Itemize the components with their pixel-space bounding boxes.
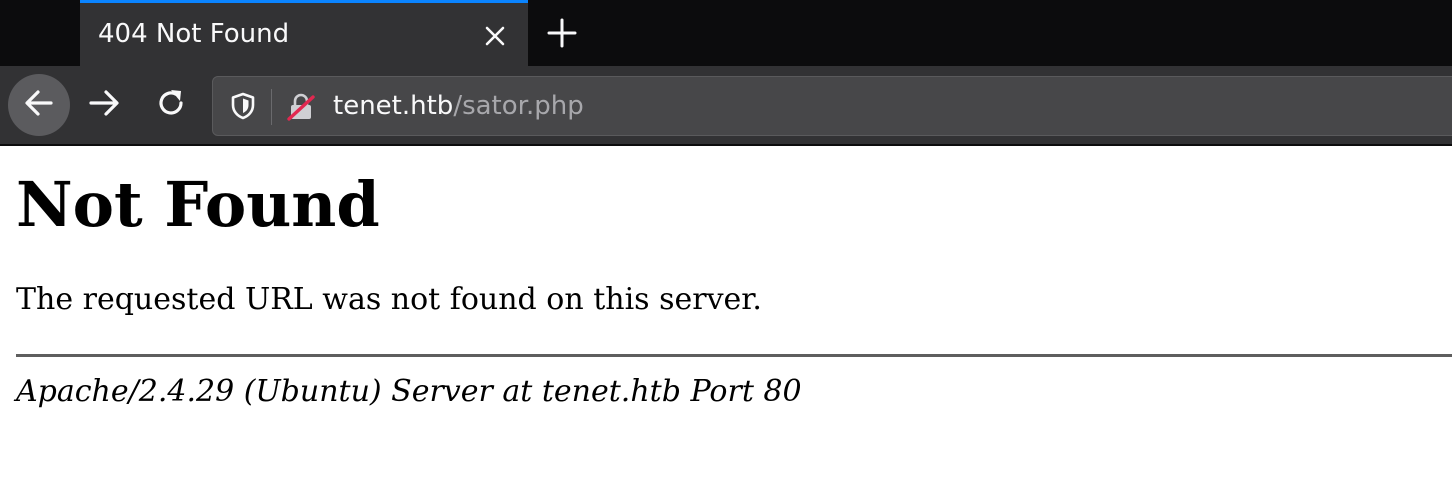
tab-title: 404 Not Found [98, 19, 290, 49]
tab-strip: 404 Not Found [0, 0, 1452, 66]
arrow-right-icon [87, 85, 123, 125]
tab-active[interactable]: 404 Not Found [80, 0, 528, 66]
server-signature: Apache/2.4.29 (Ubuntu) Server at tenet.h… [16, 374, 802, 409]
back-button[interactable] [8, 74, 70, 136]
page-title: Not Found [16, 168, 380, 241]
divider [16, 354, 1452, 357]
navigation-toolbar: tenet.htb/sator.php [0, 66, 1452, 146]
arrow-left-icon [21, 85, 57, 125]
error-message: The requested URL was not found on this … [16, 282, 762, 317]
forward-button[interactable] [86, 86, 124, 124]
close-icon[interactable] [482, 23, 508, 49]
url-host: tenet.htb [333, 91, 454, 121]
reload-icon [154, 86, 188, 124]
url-bar[interactable]: tenet.htb/sator.php [212, 76, 1452, 136]
url-text: tenet.htb/sator.php [333, 91, 584, 121]
reload-button[interactable] [152, 86, 190, 124]
page-content: Not Found The requested URL was not foun… [0, 148, 1452, 478]
shield-icon[interactable] [229, 91, 257, 121]
insecure-lock-icon[interactable] [285, 91, 317, 123]
url-path: /sator.php [453, 91, 584, 121]
plus-icon[interactable] [546, 17, 578, 49]
url-divider [271, 89, 272, 125]
